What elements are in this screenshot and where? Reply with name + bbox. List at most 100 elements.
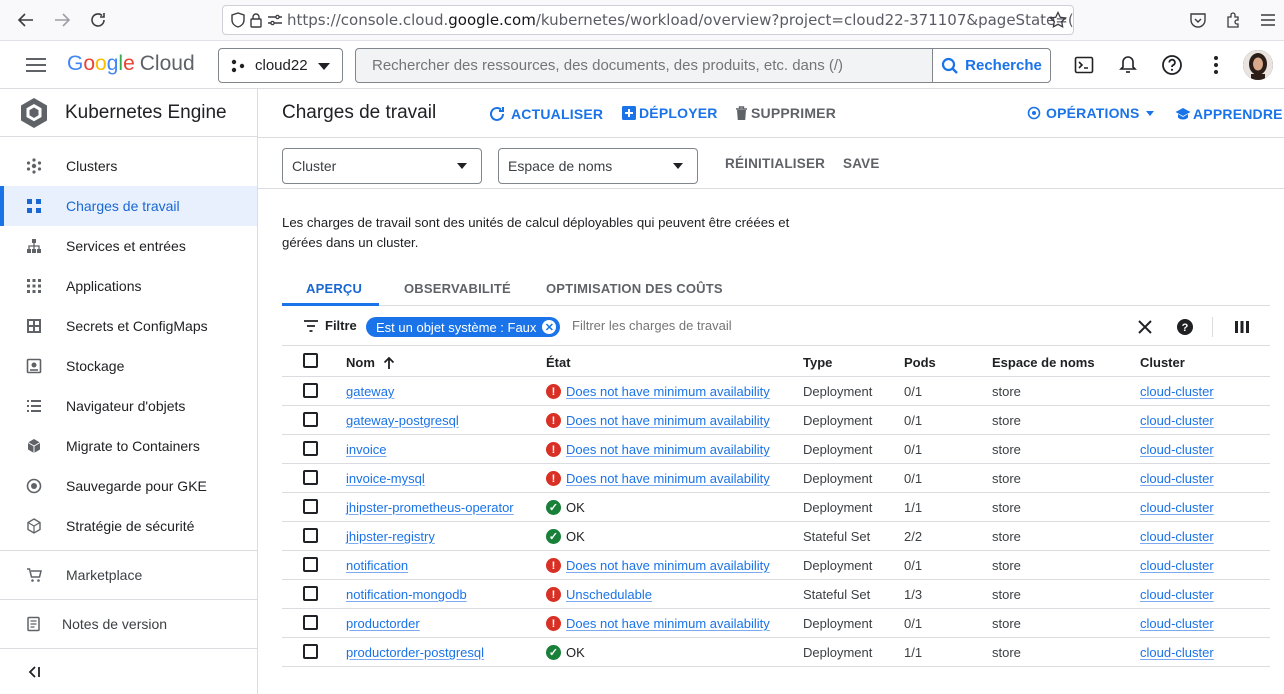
bookmark-star-button[interactable]	[1040, 2, 1076, 38]
workload-status[interactable]: ! Does not have minimum availability	[546, 471, 770, 486]
workload-status[interactable]: ! Does not have minimum availability	[546, 442, 770, 457]
sidebar-item-secrets[interactable]: Secrets et ConfigMaps	[0, 306, 257, 346]
workload-name-link[interactable]: productorder	[346, 616, 420, 631]
cluster-link[interactable]: cloud-cluster	[1140, 558, 1214, 573]
extensions-button[interactable]	[1216, 2, 1252, 38]
cluster-link[interactable]: cloud-cluster	[1140, 384, 1214, 399]
google-cloud-logo[interactable]: Google Cloud	[67, 52, 195, 76]
sidebar-item-workloads[interactable]: Charges de travail	[0, 186, 257, 226]
tab-overview[interactable]: APERÇU	[306, 281, 362, 296]
sidebar-item-storage[interactable]: Stockage	[0, 346, 257, 386]
workload-name-link[interactable]: invoice-mysql	[346, 471, 425, 486]
sidebar-item-security[interactable]: Stratégie de sécurité	[0, 506, 257, 546]
column-header-cluster[interactable]: Cluster	[1140, 355, 1185, 370]
filter-button[interactable]: Filtre	[304, 318, 357, 333]
row-checkbox[interactable]	[303, 644, 318, 659]
column-header-name[interactable]: Nom	[346, 355, 395, 370]
cluster-link[interactable]: cloud-cluster	[1140, 413, 1214, 428]
row-checkbox[interactable]	[303, 586, 318, 601]
filter-input[interactable]	[572, 318, 872, 333]
row-checkbox[interactable]	[303, 412, 318, 427]
row-checkbox[interactable]	[303, 470, 318, 485]
search-input[interactable]	[356, 49, 932, 82]
filter-chip[interactable]: Est un objet système : Faux ✕	[366, 317, 561, 337]
status-text[interactable]: Does not have minimum availability	[566, 413, 770, 428]
status-text[interactable]: Unschedulable	[566, 587, 652, 602]
pocket-button[interactable]	[1180, 2, 1216, 38]
avatar[interactable]	[1243, 50, 1273, 80]
column-display-button[interactable]	[1232, 317, 1252, 337]
cluster-link[interactable]: cloud-cluster	[1140, 500, 1214, 515]
operations-button[interactable]: OPÉRATIONS	[1027, 105, 1154, 121]
workload-name-link[interactable]: notification-mongodb	[346, 587, 467, 602]
workload-status[interactable]: ! Unschedulable	[546, 587, 652, 602]
save-button[interactable]: SAVE	[843, 156, 880, 171]
cluster-select[interactable]: Cluster	[282, 148, 482, 184]
row-checkbox[interactable]	[303, 615, 318, 630]
status-text[interactable]: Does not have minimum availability	[566, 471, 770, 486]
clear-filter-button[interactable]	[1135, 317, 1155, 337]
project-picker[interactable]: cloud22	[218, 48, 343, 83]
select-all-checkbox[interactable]	[303, 353, 318, 368]
sidebar-item-backup[interactable]: Sauvegarde pour GKE	[0, 466, 257, 506]
sidebar-item-migrate[interactable]: Migrate to Containers	[0, 426, 257, 466]
row-checkbox[interactable]	[303, 557, 318, 572]
sidebar-item-object-browser[interactable]: Navigateur d'objets	[0, 386, 257, 426]
filter-help-button[interactable]: ?	[1175, 317, 1195, 337]
namespace-select[interactable]: Espace de noms	[498, 148, 698, 184]
status-text[interactable]: Does not have minimum availability	[566, 384, 770, 399]
sidebar-item-release-notes[interactable]: Notes de version	[0, 604, 257, 644]
reload-button[interactable]	[80, 2, 116, 38]
sidebar-item-marketplace[interactable]: Marketplace	[0, 555, 257, 595]
workload-name-link[interactable]: gateway	[346, 384, 394, 399]
reset-button[interactable]: RÉINITIALISER	[725, 156, 825, 171]
deploy-button[interactable]: DÉPLOYER	[622, 105, 718, 121]
workload-name-link[interactable]: jhipster-prometheus-operator	[346, 500, 514, 515]
row-checkbox[interactable]	[303, 383, 318, 398]
sidebar-item-applications[interactable]: Applications	[0, 266, 257, 306]
cluster-link[interactable]: cloud-cluster	[1140, 529, 1214, 544]
cloud-shell-button[interactable]	[1072, 53, 1096, 77]
row-checkbox[interactable]	[303, 528, 318, 543]
help-button[interactable]	[1160, 53, 1184, 77]
browser-menu-button[interactable]	[1250, 2, 1284, 38]
url-bar[interactable]: https://console.cloud. google.com/kuberne…	[222, 5, 1074, 35]
tab-observability[interactable]: OBSERVABILITÉ	[404, 281, 511, 296]
status-text[interactable]: Does not have minimum availability	[566, 558, 770, 573]
workload-name-link[interactable]: notification	[346, 558, 408, 573]
status-text[interactable]: Does not have minimum availability	[566, 442, 770, 457]
back-button[interactable]	[8, 2, 44, 38]
delete-button[interactable]: SUPPRIMER	[735, 105, 836, 121]
workload-name-link[interactable]: productorder-postgresql	[346, 645, 484, 660]
column-header-namespace[interactable]: Espace de noms	[992, 355, 1095, 370]
column-header-type[interactable]: Type	[803, 355, 832, 370]
workload-status[interactable]: ! Does not have minimum availability	[546, 558, 770, 573]
cluster-link[interactable]: cloud-cluster	[1140, 645, 1214, 660]
workload-name-link[interactable]: jhipster-registry	[346, 529, 435, 544]
row-checkbox[interactable]	[303, 499, 318, 514]
learn-button[interactable]: APPRENDRE	[1175, 106, 1283, 122]
tab-cost-optimization[interactable]: OPTIMISATION DES COÛTS	[546, 281, 723, 296]
chip-remove-icon[interactable]: ✕	[542, 320, 557, 334]
more-options-button[interactable]	[1204, 53, 1228, 77]
cluster-link[interactable]: cloud-cluster	[1140, 442, 1214, 457]
workload-name-link[interactable]: gateway-postgresql	[346, 413, 459, 428]
workload-status[interactable]: ! Does not have minimum availability	[546, 413, 770, 428]
sidebar-item-clusters[interactable]: Clusters	[0, 146, 257, 186]
cluster-link[interactable]: cloud-cluster	[1140, 471, 1214, 486]
column-header-status[interactable]: État	[546, 355, 571, 370]
cluster-link[interactable]: cloud-cluster	[1140, 587, 1214, 602]
cluster-link[interactable]: cloud-cluster	[1140, 616, 1214, 631]
sidebar-item-services[interactable]: Services et entrées	[0, 226, 257, 266]
row-checkbox[interactable]	[303, 441, 318, 456]
collapse-sidebar-button[interactable]	[26, 664, 42, 680]
workload-name-link[interactable]: invoice	[346, 442, 386, 457]
workload-status[interactable]: ! Does not have minimum availability	[546, 616, 770, 631]
notifications-button[interactable]	[1116, 53, 1140, 77]
refresh-button[interactable]: ACTUALISER	[488, 105, 603, 123]
forward-button[interactable]	[44, 2, 80, 38]
status-text[interactable]: Does not have minimum availability	[566, 616, 770, 631]
main-menu-button[interactable]	[22, 53, 50, 77]
column-header-pods[interactable]: Pods	[904, 355, 936, 370]
workload-status[interactable]: ! Does not have minimum availability	[546, 384, 770, 399]
